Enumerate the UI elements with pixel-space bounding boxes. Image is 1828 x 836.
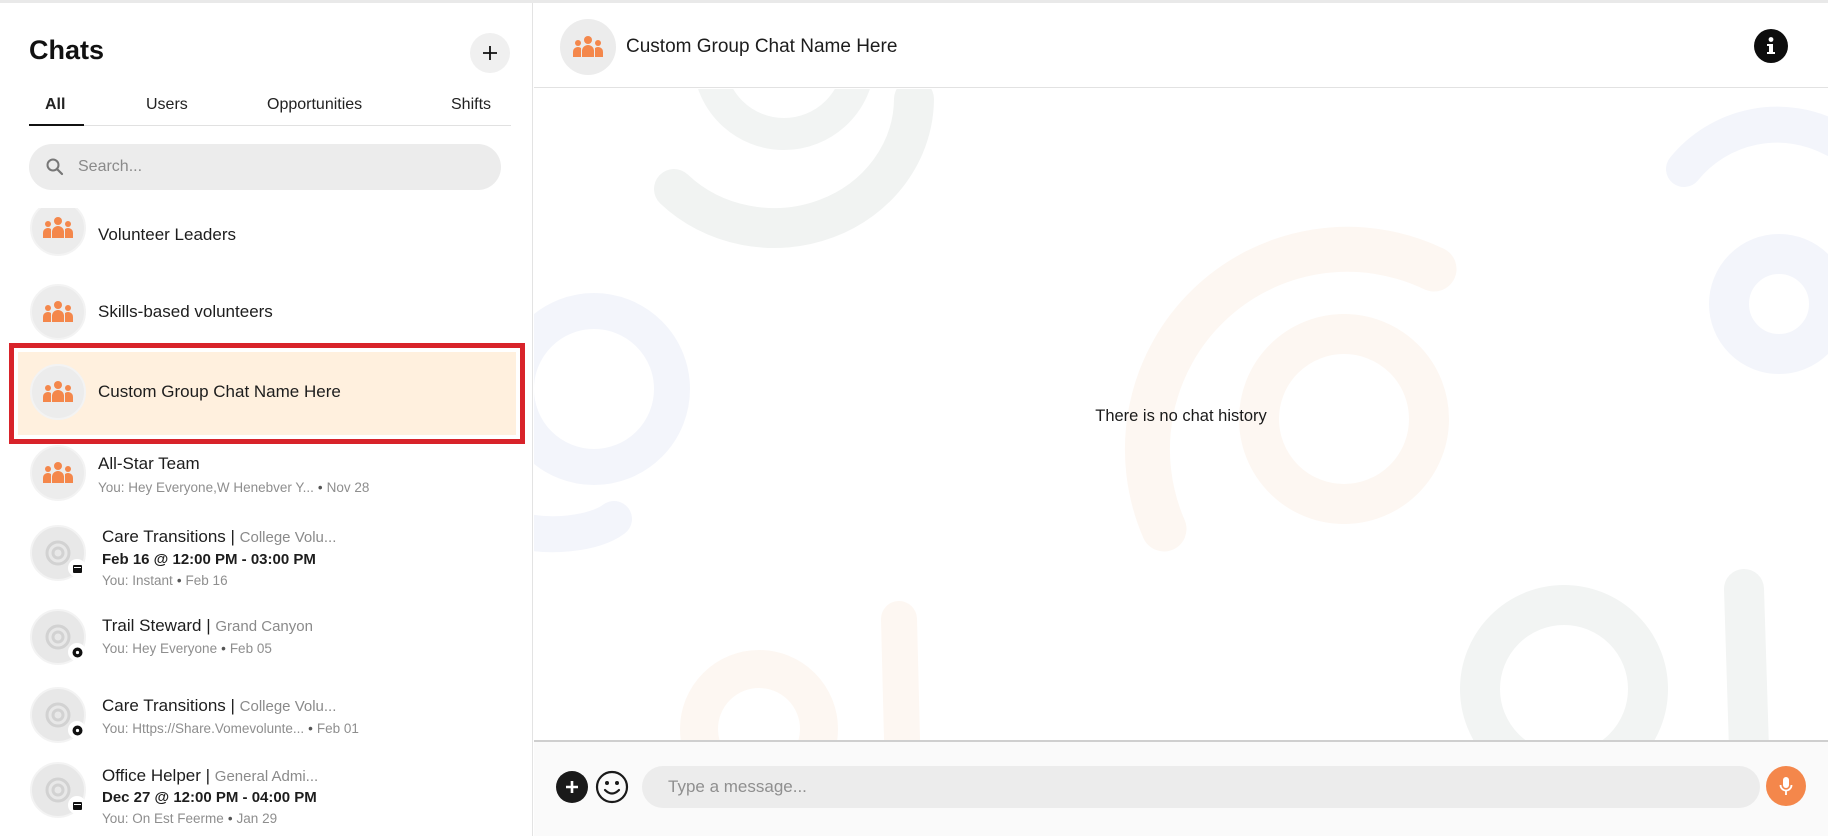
- search-input[interactable]: [78, 158, 458, 176]
- last-message: You: Instant: [102, 573, 173, 588]
- chat-name: Office Helper | General Admi...: [102, 766, 318, 786]
- sidebar-title: Chats: [29, 35, 105, 65]
- avatar: [30, 687, 86, 743]
- avatar: [30, 762, 86, 818]
- chat-org: General Admi...: [214, 768, 319, 785]
- chat-name: Care Transitions | College Volu...: [102, 696, 336, 716]
- info-button[interactable]: [1754, 29, 1788, 63]
- plus-circle-icon: [566, 781, 578, 793]
- opportunity-icon: [72, 725, 82, 735]
- message-composer: [534, 740, 1828, 836]
- chat-item[interactable]: Care Transitions | College Volu... You: …: [0, 684, 532, 754]
- chat-title: Trail Steward |: [102, 616, 211, 635]
- chat-title: Care Transitions |: [102, 696, 235, 715]
- chat-preview: You: Instant • Feb 16: [102, 573, 228, 588]
- opportunity-icon: [72, 647, 82, 657]
- chat-item[interactable]: Office Helper | General Admi... Dec 27 @…: [0, 756, 532, 836]
- info-icon: [1767, 37, 1775, 54]
- message-input[interactable]: [642, 766, 1760, 808]
- tab-shifts[interactable]: Shifts: [451, 96, 491, 114]
- attach-button[interactable]: [556, 771, 588, 803]
- calendar-icon: [72, 564, 82, 573]
- shift-badge: [68, 559, 86, 577]
- chat-name: Skills-based volunteers: [98, 302, 273, 321]
- shift-badge: [68, 796, 86, 814]
- avatar: [30, 208, 86, 256]
- message-area: There is no chat history: [534, 89, 1828, 740]
- chat-item[interactable]: Care Transitions | College Volu... Feb 1…: [0, 519, 532, 599]
- selected-chat-highlight[interactable]: Custom Group Chat Name Here: [9, 343, 525, 444]
- chat-name: Trail Steward | Grand Canyon: [102, 616, 313, 636]
- voice-message-button[interactable]: [1766, 766, 1806, 806]
- chat-title: Office Helper |: [102, 766, 211, 785]
- chat-org: Grand Canyon: [215, 618, 313, 635]
- last-message: You: On Est Feerme: [102, 811, 224, 826]
- chat-org: College Volu...: [239, 529, 337, 546]
- group-icon: [43, 217, 73, 238]
- chat-title: Care Transitions |: [102, 527, 235, 546]
- chat-name: Custom Group Chat Name Here: [98, 382, 341, 401]
- tab-all[interactable]: All: [45, 96, 65, 114]
- chat-filter-tabs: All Users Opportunities Shifts: [29, 90, 511, 126]
- chat-preview: You: Https://Share.Vomevolunte... • Feb 01: [102, 721, 359, 736]
- last-message-date: Feb 01: [316, 721, 359, 736]
- new-chat-button[interactable]: [470, 33, 510, 73]
- last-message-date: Jan 29: [236, 811, 278, 826]
- chat-item[interactable]: All-Star Team You: Hey Everyone,W Henebv…: [0, 443, 532, 513]
- last-message-date: Nov 28: [326, 480, 370, 495]
- group-icon: [43, 462, 73, 483]
- conversation-avatar: [560, 19, 616, 75]
- sidebar-header: Chats: [29, 33, 510, 73]
- last-message: You: Https://Share.Vomevolunte...: [102, 721, 305, 736]
- last-message-date: Feb 16: [185, 573, 228, 588]
- conversation-panel: Custom Group Chat Name Here There is no: [534, 3, 1828, 836]
- empty-chat-message: There is no chat history: [1095, 407, 1267, 425]
- chat-preview: You: On Est Feerme • Jan 29: [102, 811, 278, 826]
- opportunity-badge: [68, 721, 86, 739]
- opportunity-badge: [68, 643, 86, 661]
- search-bar[interactable]: [29, 144, 501, 190]
- smiley-icon[interactable]: [595, 770, 629, 804]
- selected-chat-item[interactable]: Custom Group Chat Name Here: [18, 352, 516, 435]
- group-icon: [573, 36, 603, 57]
- chat-name: Volunteer Leaders: [98, 225, 236, 244]
- chat-name: All-Star Team: [98, 454, 200, 473]
- group-icon: [43, 381, 73, 402]
- chat-item[interactable]: Trail Steward | Grand Canyon You: Hey Ev…: [0, 606, 532, 676]
- avatar: [30, 284, 86, 340]
- search-icon: [46, 158, 64, 176]
- chat-org: College Volu...: [239, 698, 337, 715]
- avatar: [30, 364, 86, 420]
- shift-time: Dec 27 @ 12:00 PM - 04:00 PM: [102, 789, 317, 806]
- tab-users[interactable]: Users: [146, 96, 188, 114]
- active-tab-indicator: [29, 124, 84, 126]
- plus-icon: [483, 46, 497, 60]
- last-message: You: Hey Everyone: [102, 641, 218, 656]
- chat-name: Care Transitions | College Volu...: [102, 527, 336, 547]
- avatar: [30, 525, 86, 581]
- avatar: [30, 609, 86, 665]
- avatar: [30, 445, 86, 501]
- chat-item[interactable]: Volunteer Leaders: [0, 208, 532, 266]
- conversation-header: Custom Group Chat Name Here: [534, 3, 1828, 88]
- chat-preview: You: Hey Everyone,W Henebver Y... • Nov 28: [98, 480, 370, 495]
- calendar-icon: [72, 801, 82, 810]
- shift-time: Feb 16 @ 12:00 PM - 03:00 PM: [102, 551, 316, 568]
- chat-sidebar: Chats All Users Opportunities Shifts Vol…: [0, 3, 533, 836]
- conversation-title: Custom Group Chat Name Here: [626, 36, 898, 57]
- microphone-icon: [1779, 777, 1793, 795]
- chat-preview: You: Hey Everyone • Feb 05: [102, 641, 272, 656]
- tab-opportunities[interactable]: Opportunities: [267, 96, 362, 114]
- last-message-date: Feb 05: [229, 641, 272, 656]
- last-message: You: Hey Everyone,W Henebver Y...: [98, 480, 314, 495]
- group-icon: [43, 301, 73, 322]
